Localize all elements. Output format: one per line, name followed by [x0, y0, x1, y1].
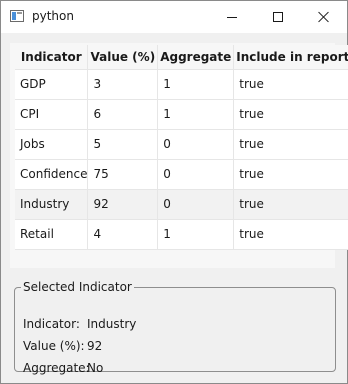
cell-indicator[interactable]: Confidence: [15, 159, 89, 190]
cell-aggregate[interactable]: 0: [157, 159, 235, 190]
app-window: python Indicator Value (%) Aggregate Inc…: [0, 0, 348, 384]
cell-indicator[interactable]: GDP: [15, 69, 89, 100]
column-header-aggregate[interactable]: Aggregate: [157, 45, 235, 70]
cell-aggregate[interactable]: 0: [157, 189, 235, 220]
cell-indicator[interactable]: CPI: [15, 99, 89, 130]
cell-value[interactable]: 4: [87, 219, 159, 250]
cell-aggregate[interactable]: 1: [157, 219, 235, 250]
cell-include[interactable]: true: [233, 189, 348, 220]
title-bar[interactable]: python: [1, 1, 347, 33]
value-label: Value (%):: [23, 339, 85, 353]
cell-value[interactable]: 92: [87, 189, 159, 220]
table-row[interactable]: Confidence 75 0 true: [15, 159, 348, 190]
cell-value[interactable]: 6: [87, 99, 159, 130]
cell-indicator[interactable]: Jobs: [15, 129, 89, 160]
cell-aggregate[interactable]: 1: [157, 69, 235, 100]
cell-indicator[interactable]: Industry: [15, 189, 89, 220]
indicator-table-view[interactable]: Indicator Value (%) Aggregate Include in…: [10, 43, 348, 268]
cell-value[interactable]: 3: [87, 69, 159, 100]
column-header-indicator[interactable]: Indicator: [15, 45, 89, 70]
selected-indicator-group: Selected Indicator Indicator: Industry V…: [14, 280, 336, 375]
table-row-selected[interactable]: Industry 92 0 true: [15, 189, 348, 220]
value-value: 92: [87, 339, 103, 353]
indicator-label: Indicator:: [23, 317, 80, 331]
cell-include[interactable]: true: [233, 99, 348, 130]
table-row[interactable]: GDP 3 1 true: [15, 69, 348, 100]
close-button[interactable]: [301, 1, 347, 33]
window-title: python: [32, 9, 74, 23]
column-header-value[interactable]: Value (%): [87, 45, 159, 70]
table-row[interactable]: Retail 4 1 true: [15, 219, 348, 250]
column-header-include[interactable]: Include in report: [233, 45, 348, 70]
cell-include[interactable]: true: [233, 69, 348, 100]
aggregate-label: Aggregate:: [23, 361, 90, 375]
group-title: Selected Indicator: [23, 280, 132, 294]
indicator-table[interactable]: Indicator Value (%) Aggregate Include in…: [15, 45, 348, 250]
cell-include[interactable]: true: [233, 219, 348, 250]
cell-value[interactable]: 5: [87, 129, 159, 160]
close-icon: [318, 11, 330, 23]
indicator-value: Industry: [87, 317, 137, 331]
cell-aggregate[interactable]: 0: [157, 129, 235, 160]
cell-indicator[interactable]: Retail: [15, 219, 89, 250]
table-row[interactable]: Jobs 5 0 true: [15, 129, 348, 160]
cell-include[interactable]: true: [233, 159, 348, 190]
maximize-icon: [273, 12, 283, 22]
cell-value[interactable]: 75: [87, 159, 159, 190]
table-row[interactable]: CPI 6 1 true: [15, 99, 348, 130]
minimize-icon: [227, 16, 237, 18]
cell-aggregate[interactable]: 1: [157, 99, 235, 130]
maximize-button[interactable]: [255, 1, 301, 33]
cell-include[interactable]: true: [233, 129, 348, 160]
aggregate-value: No: [87, 361, 104, 375]
minimize-button[interactable]: [209, 1, 255, 33]
app-window-icon: [10, 10, 24, 22]
table-header-row: Indicator Value (%) Aggregate Include in…: [15, 45, 348, 70]
